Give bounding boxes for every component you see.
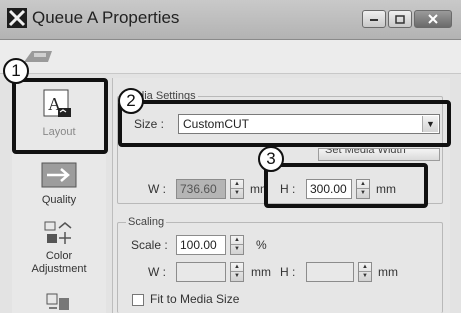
size-label: Size :: [134, 117, 165, 131]
title-bar[interactable]: Queue A Properties: [0, 0, 461, 40]
height-stepper[interactable]: ▲ ▼: [356, 179, 370, 199]
scaling-width-stepper[interactable]: ▲ ▼: [230, 262, 244, 282]
set-media-width-button[interactable]: Set Media Width: [318, 148, 440, 161]
arrow-up-icon[interactable]: ▲: [359, 263, 371, 272]
maximize-icon: [395, 14, 405, 24]
sidebar-item-label: Color: [45, 250, 73, 262]
scale-label: Scale :: [131, 238, 168, 252]
arrow-down-icon[interactable]: ▼: [357, 189, 369, 198]
scaling-width-unit: mm: [251, 265, 271, 279]
height-label: H :: [280, 182, 296, 196]
callout-badge-2: 2: [118, 88, 144, 114]
arrow-down-icon[interactable]: ▼: [231, 272, 243, 281]
close-icon: [428, 14, 438, 24]
sidebar-item-filter[interactable]: [12, 290, 106, 313]
scale-unit: %: [256, 238, 267, 252]
color-adjustment-icon: [44, 221, 72, 244]
chevron-down-icon[interactable]: ▼: [422, 116, 438, 132]
width-field[interactable]: 736.60: [176, 179, 226, 199]
size-select-value: CustomCUT: [183, 117, 250, 131]
width-stepper[interactable]: ▲ ▼: [230, 179, 244, 199]
fit-to-media-checkbox[interactable]: [132, 294, 144, 306]
printer-toolbar-icon: [24, 51, 52, 62]
sidebar-item-label-2: Adjustment: [31, 263, 87, 275]
arrow-up-icon[interactable]: ▲: [231, 236, 243, 245]
sidebar-item-label: Quality: [41, 194, 77, 206]
scaling-width-label: W :: [148, 265, 166, 279]
width-value: 736.60: [180, 182, 217, 196]
minimize-button[interactable]: [362, 10, 386, 28]
scaling-height-unit: mm: [378, 265, 398, 279]
fit-to-media-label: Fit to Media Size: [150, 292, 240, 306]
callout-badge-1: 1: [3, 58, 29, 84]
scaling-height-stepper[interactable]: ▲ ▼: [358, 262, 372, 282]
scale-stepper[interactable]: ▲ ▼: [230, 235, 244, 255]
arrow-up-icon[interactable]: ▲: [231, 180, 243, 189]
set-media-width-label: Set Media Width: [325, 148, 406, 156]
toolbar-strip: [0, 40, 461, 74]
properties-window: Queue A Properties A Layout Quality Colo…: [0, 0, 461, 313]
arrow-up-icon[interactable]: ▲: [357, 180, 369, 189]
arrow-up-icon[interactable]: ▲: [231, 263, 243, 272]
maximize-button[interactable]: [388, 10, 412, 28]
minimize-icon: [370, 19, 378, 21]
sidebar-item-color-adjustment[interactable]: Color Adjustment: [12, 218, 106, 288]
scale-field[interactable]: 100.00: [176, 235, 226, 255]
filter-icon: [46, 293, 69, 310]
scale-value: 100.00: [180, 238, 217, 252]
height-value: 300.00: [310, 182, 347, 196]
height-unit: mm: [376, 182, 396, 196]
scaling-legend: Scaling: [126, 216, 167, 228]
window-title: Queue A Properties: [32, 8, 180, 27]
callout-badge-3: 3: [258, 146, 284, 172]
arrow-down-icon[interactable]: ▼: [231, 245, 243, 254]
sidebar-item-quality[interactable]: Quality: [12, 160, 106, 210]
layout-callout-frame: [12, 78, 108, 154]
quality-icon: [41, 162, 77, 188]
scaling-width-field[interactable]: [176, 262, 226, 282]
height-field[interactable]: 300.00: [306, 179, 352, 199]
scaling-height-label: H :: [280, 265, 296, 279]
arrow-down-icon[interactable]: ▼: [359, 272, 371, 281]
close-button[interactable]: [414, 10, 452, 28]
queue-app-icon: [7, 8, 27, 28]
scaling-height-field[interactable]: [306, 262, 354, 282]
width-label: W :: [148, 182, 166, 196]
arrow-down-icon[interactable]: ▼: [231, 189, 243, 198]
size-select[interactable]: CustomCUT ▼: [178, 114, 440, 134]
